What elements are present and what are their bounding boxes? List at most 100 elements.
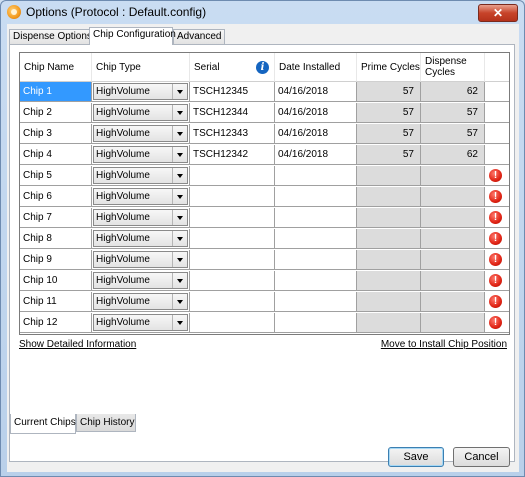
chip-type-cell[interactable]: HighVolume (92, 208, 190, 228)
chip-type-dropdown[interactable]: HighVolume (93, 167, 188, 184)
dropdown-arrow-icon[interactable] (172, 147, 187, 162)
save-button[interactable]: Save (388, 447, 444, 467)
table-row[interactable]: Chip 5 HighVolume! (20, 166, 509, 186)
dropdown-arrow-icon[interactable] (172, 84, 187, 99)
chip-name-cell[interactable]: Chip 12 (20, 313, 92, 333)
table-row[interactable]: Chip 8 HighVolume! (20, 229, 509, 249)
table-row[interactable]: Chip 4 HighVolume TSCH12342 04/16/2018 57 62 (20, 145, 509, 165)
chip-name-cell[interactable]: Chip 6 (20, 187, 92, 207)
dropdown-arrow-icon[interactable] (172, 231, 187, 246)
chip-type-dropdown[interactable]: HighVolume (93, 251, 188, 268)
show-detailed-information-link[interactable]: Show Detailed Information (19, 339, 136, 350)
chip-type-cell[interactable]: HighVolume (92, 124, 190, 144)
info-icon[interactable]: i (256, 61, 269, 74)
serial-cell[interactable]: TSCH12344 (190, 103, 275, 123)
date-installed-cell[interactable] (275, 166, 357, 186)
dropdown-arrow-icon[interactable] (172, 315, 187, 330)
tab-dispense-options[interactable]: Dispense Options (9, 29, 92, 44)
dropdown-arrow-icon[interactable] (172, 210, 187, 225)
chip-type-cell[interactable]: HighVolume (92, 250, 190, 270)
serial-cell[interactable]: TSCH12342 (190, 145, 275, 165)
date-installed-cell[interactable]: 04/16/2018 (275, 103, 357, 123)
table-row[interactable]: Chip 1 HighVolume TSCH12345 04/16/2018 57 62 (20, 82, 509, 102)
warning-icon[interactable]: ! (489, 190, 502, 203)
chip-type-dropdown[interactable]: HighVolume (93, 272, 188, 289)
date-installed-cell[interactable] (275, 292, 357, 312)
dropdown-arrow-icon[interactable] (172, 294, 187, 309)
column-header-date-installed[interactable]: Date Installed (275, 53, 357, 82)
chip-name-cell[interactable]: Chip 3 (20, 124, 92, 144)
warning-icon[interactable]: ! (489, 295, 502, 308)
dropdown-arrow-icon[interactable] (172, 189, 187, 204)
dropdown-arrow-icon[interactable] (172, 105, 187, 120)
serial-cell[interactable]: TSCH12343 (190, 124, 275, 144)
dropdown-arrow-icon[interactable] (172, 273, 187, 288)
chip-type-dropdown[interactable]: HighVolume (93, 230, 188, 247)
serial-cell[interactable] (190, 187, 275, 207)
dropdown-arrow-icon[interactable] (172, 126, 187, 141)
warning-icon[interactable]: ! (489, 274, 502, 287)
table-row[interactable]: Chip 10 HighVolume! (20, 271, 509, 291)
tab-advanced[interactable]: Advanced (173, 29, 225, 44)
chip-type-cell[interactable]: HighVolume (92, 187, 190, 207)
serial-cell[interactable] (190, 229, 275, 249)
chip-name-cell[interactable]: Chip 8 (20, 229, 92, 249)
column-header-dispense-cycles[interactable]: Dispense Cycles (421, 53, 485, 82)
warning-icon[interactable]: ! (489, 232, 502, 245)
cancel-button[interactable]: Cancel (453, 447, 510, 467)
chip-type-dropdown[interactable]: HighVolume (93, 104, 188, 121)
chip-name-cell[interactable]: Chip 7 (20, 208, 92, 228)
chip-name-cell[interactable]: Chip 2 (20, 103, 92, 123)
serial-cell[interactable] (190, 313, 275, 333)
chip-type-dropdown[interactable]: HighVolume (93, 146, 188, 163)
warning-icon[interactable]: ! (489, 211, 502, 224)
date-installed-cell[interactable] (275, 271, 357, 291)
date-installed-cell[interactable]: 04/16/2018 (275, 82, 357, 102)
chip-type-dropdown[interactable]: HighVolume (93, 209, 188, 226)
tab-chip-configuration[interactable]: Chip Configuration (89, 27, 176, 45)
chip-type-cell[interactable]: HighVolume (92, 229, 190, 249)
chip-name-cell[interactable]: Chip 5 (20, 166, 92, 186)
chip-type-dropdown[interactable]: HighVolume (93, 125, 188, 142)
table-row[interactable]: Chip 9 HighVolume! (20, 250, 509, 270)
dropdown-arrow-icon[interactable] (172, 252, 187, 267)
tab-chip-history[interactable]: Chip History (76, 414, 136, 432)
chip-type-dropdown[interactable]: HighVolume (93, 293, 188, 310)
chip-name-cell[interactable]: Chip 4 (20, 145, 92, 165)
chip-type-cell[interactable]: HighVolume (92, 145, 190, 165)
date-installed-cell[interactable] (275, 313, 357, 333)
table-row[interactable]: Chip 11 HighVolume! (20, 292, 509, 312)
chip-name-cell[interactable]: Chip 11 (20, 292, 92, 312)
date-installed-cell[interactable]: 04/16/2018 (275, 145, 357, 165)
chip-name-cell[interactable]: Chip 1 (20, 82, 92, 102)
chip-type-dropdown[interactable]: HighVolume (93, 314, 188, 331)
date-installed-cell[interactable] (275, 229, 357, 249)
column-header-serial[interactable]: Serial i (190, 53, 275, 82)
table-row[interactable]: Chip 7 HighVolume! (20, 208, 509, 228)
date-installed-cell[interactable] (275, 187, 357, 207)
column-header-chip-name[interactable]: Chip Name (20, 53, 92, 82)
serial-cell[interactable] (190, 271, 275, 291)
close-button[interactable]: ✕ (478, 4, 518, 22)
warning-icon[interactable]: ! (489, 169, 502, 182)
tab-current-chips[interactable]: Current Chips (10, 414, 76, 434)
table-row[interactable]: Chip 12 HighVolume! (20, 313, 509, 333)
column-header-chip-type[interactable]: Chip Type (92, 53, 190, 82)
chip-type-dropdown[interactable]: HighVolume (93, 83, 188, 100)
serial-cell[interactable]: TSCH12345 (190, 82, 275, 102)
serial-cell[interactable] (190, 208, 275, 228)
warning-icon[interactable]: ! (489, 253, 502, 266)
warning-icon[interactable]: ! (489, 316, 502, 329)
date-installed-cell[interactable] (275, 208, 357, 228)
chip-name-cell[interactable]: Chip 10 (20, 271, 92, 291)
chip-type-cell[interactable]: HighVolume (92, 313, 190, 333)
table-row[interactable]: Chip 6 HighVolume! (20, 187, 509, 207)
date-installed-cell[interactable]: 04/16/2018 (275, 124, 357, 144)
move-to-install-chip-position-link[interactable]: Move to Install Chip Position (381, 339, 507, 350)
serial-cell[interactable] (190, 292, 275, 312)
serial-cell[interactable] (190, 250, 275, 270)
chip-type-cell[interactable]: HighVolume (92, 103, 190, 123)
table-row[interactable]: Chip 2 HighVolume TSCH12344 04/16/2018 57 57 (20, 103, 509, 123)
table-row[interactable]: Chip 3 HighVolume TSCH12343 04/16/2018 57 57 (20, 124, 509, 144)
date-installed-cell[interactable] (275, 250, 357, 270)
